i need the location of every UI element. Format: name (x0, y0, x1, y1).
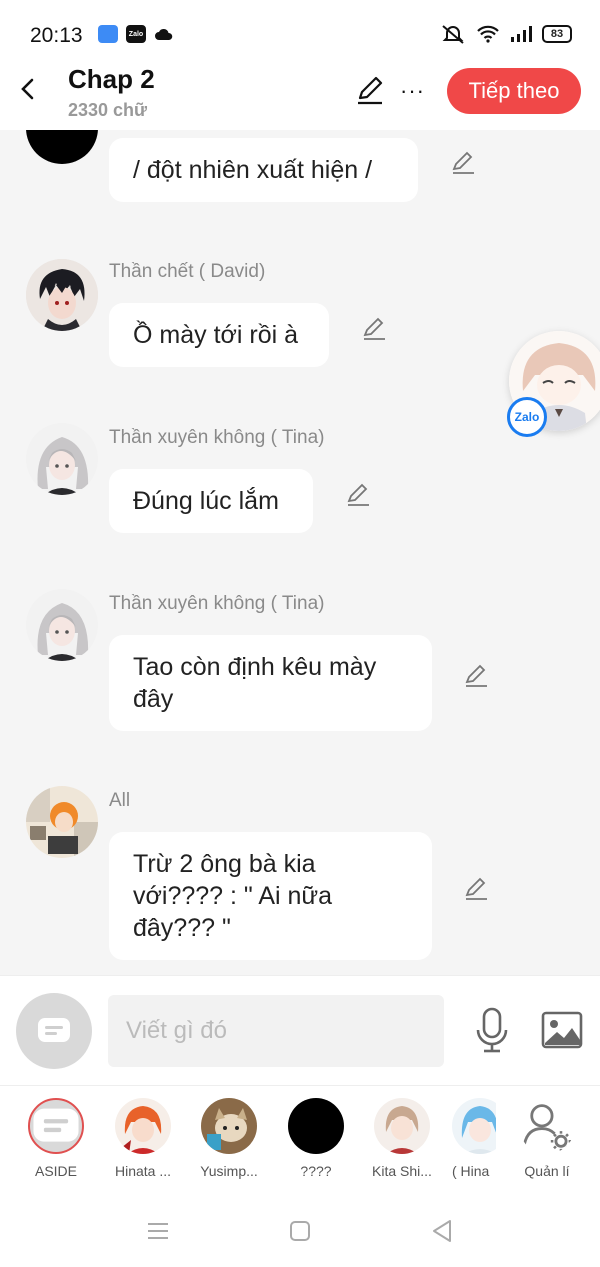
character-avatar (115, 1098, 171, 1154)
zalo-notification-icon: Zalo (126, 25, 146, 43)
avatar-black[interactable] (26, 130, 98, 164)
character-aside[interactable]: ASIDE (19, 1098, 93, 1179)
character-label: Yusimp... (200, 1163, 258, 1179)
signal-icon (511, 26, 532, 42)
message-bubble[interactable]: Đúng lúc lắm (109, 469, 313, 533)
character-label: Kita Shi... (372, 1163, 432, 1179)
composer (0, 975, 600, 1085)
edit-pencil-icon[interactable] (354, 74, 386, 106)
character-hina[interactable]: ( Hina (452, 1098, 496, 1179)
character-bar: ASIDE Hinata ... Yusimp... ???? Kita Shi… (0, 1085, 600, 1195)
microphone-icon[interactable] (472, 1006, 512, 1054)
message-bubble[interactable]: Trừ 2 ông bà kia với???? : " Ai nữa đây?… (109, 832, 432, 960)
mute-bell-icon (442, 25, 464, 44)
home-icon[interactable] (286, 1217, 314, 1245)
character-label: ( Hina (452, 1163, 490, 1179)
character-label: ???? (300, 1163, 332, 1179)
sender-name: Thần xuyên không ( Tina) (109, 427, 325, 448)
edit-message-icon[interactable] (463, 876, 489, 902)
aside-icon (28, 1098, 84, 1154)
app-notification-icon (98, 25, 118, 43)
character-avatar (452, 1098, 496, 1154)
character-avatar (288, 1098, 344, 1154)
back-arrow-icon[interactable] (14, 74, 44, 104)
character-hinata[interactable]: Hinata ... (106, 1098, 180, 1179)
zalo-badge: Zalo (507, 397, 547, 437)
message-bubble[interactable]: Tao còn định kêu mày đây (109, 635, 432, 731)
character-label: Quản lí (524, 1163, 570, 1179)
word-count: 2330 chữ (68, 100, 148, 120)
battery-icon: 83 (542, 25, 572, 43)
status-right: 83 (440, 24, 572, 44)
character-yusimp[interactable]: Yusimp... (192, 1098, 266, 1179)
avatar-tina[interactable] (26, 423, 98, 495)
avatar-all[interactable] (26, 786, 98, 858)
manage-characters-button[interactable]: Quản lí (510, 1098, 584, 1179)
message-bubble[interactable]: Ồ mày tới rồi à (109, 303, 329, 367)
edit-message-icon[interactable] (361, 316, 387, 342)
message-input[interactable] (108, 995, 444, 1067)
menu-icon[interactable] (144, 1217, 172, 1245)
edit-message-icon[interactable] (345, 482, 371, 508)
character-avatar (201, 1098, 257, 1154)
notification-icons: Zalo (98, 25, 174, 43)
sender-name: Thần xuyên không ( Tina) (109, 593, 325, 614)
edit-message-icon[interactable] (450, 150, 476, 176)
message-icon (38, 1018, 70, 1042)
avatar-tina[interactable] (26, 589, 98, 661)
system-nav-bar (0, 1195, 600, 1267)
back-triangle-icon[interactable] (428, 1217, 456, 1245)
character-avatar (374, 1098, 430, 1154)
message-bubble[interactable]: / đột nhiên xuất hiện / (109, 138, 418, 202)
character-kita[interactable]: Kita Shi... (365, 1098, 439, 1179)
wifi-icon (477, 25, 499, 43)
avatar-david[interactable] (26, 259, 98, 331)
character-label: ASIDE (34, 1163, 77, 1179)
edit-message-icon[interactable] (463, 663, 489, 689)
cloud-icon (155, 28, 173, 40)
image-icon[interactable] (540, 1010, 584, 1050)
user-settings-icon (519, 1098, 575, 1154)
chapter-title: Chap 2 (68, 64, 155, 94)
next-button[interactable]: Tiếp theo (447, 68, 581, 114)
character-unknown[interactable]: ???? (279, 1098, 353, 1179)
more-options-icon[interactable]: ··· (400, 78, 425, 104)
chat-area[interactable]: / đột nhiên xuất hiện / Thần chết ( Davi… (0, 130, 600, 975)
status-bar: 20:13 Zalo 83 (0, 0, 600, 60)
header: Chap 2 2330 chữ ··· Tiếp theo (0, 60, 600, 130)
character-label: Hinata ... (114, 1163, 172, 1179)
status-time: 20:13 (30, 24, 83, 47)
sender-name: Thần chết ( David) (109, 261, 266, 282)
sender-name: All (109, 790, 131, 811)
aside-toggle-button[interactable] (16, 993, 92, 1069)
